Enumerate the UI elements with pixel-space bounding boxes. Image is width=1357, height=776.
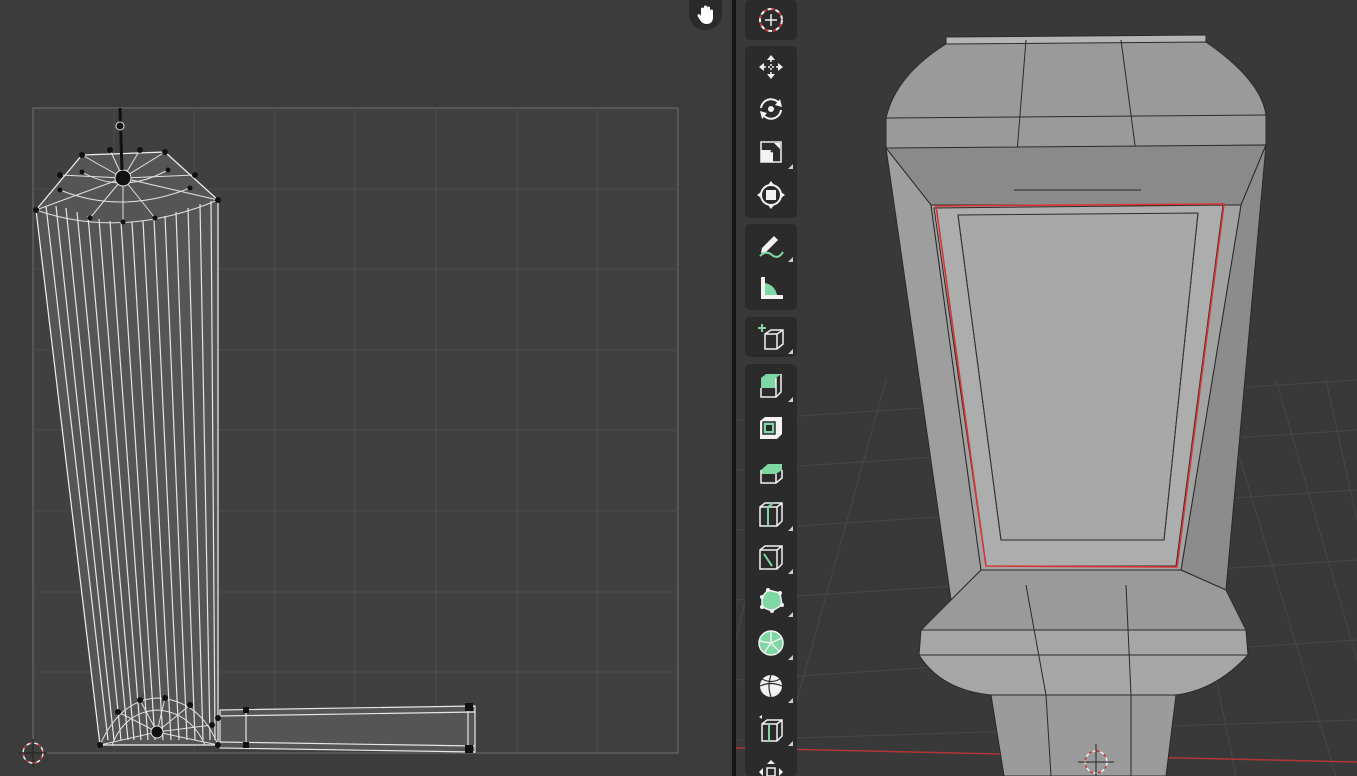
tool-knife[interactable]: [746, 537, 796, 577]
tool-poly-build[interactable]: [746, 580, 796, 620]
tool-transform[interactable]: [746, 175, 796, 215]
tool-spin[interactable]: [746, 623, 796, 663]
spin-icon: [756, 628, 786, 658]
bevel-icon: [756, 456, 786, 486]
tool-bevel[interactable]: [746, 451, 796, 491]
pan-view-button[interactable]: [689, 0, 722, 30]
tool-shrink-fatten[interactable]: [746, 752, 796, 776]
hand-icon: [695, 4, 717, 26]
poly-build-icon: [756, 585, 786, 615]
extrude-region-icon: [756, 370, 786, 400]
inset-faces-icon: [756, 413, 786, 443]
tool-add-cube[interactable]: [746, 317, 796, 357]
annotate-icon: [756, 230, 786, 260]
loop-cut-icon: [756, 499, 786, 529]
tool-loop-cut[interactable]: [746, 494, 796, 534]
tool-extrude-region[interactable]: [746, 365, 796, 405]
move-icon: [756, 52, 786, 82]
uv-canvas[interactable]: [0, 0, 732, 776]
tool-edge-slide[interactable]: [746, 709, 796, 749]
add-cube-icon: [756, 322, 786, 352]
tool-measure[interactable]: [746, 268, 796, 308]
tool-scale[interactable]: [746, 132, 796, 172]
viewport-3d[interactable]: [736, 0, 1357, 776]
uv-editor[interactable]: [0, 0, 732, 776]
tool-move[interactable]: [746, 47, 796, 87]
mesh-object: [884, 34, 1267, 776]
uv-island-strip: [219, 703, 476, 753]
scale-icon: [756, 137, 786, 167]
transform-icon: [756, 180, 786, 210]
knife-icon: [756, 542, 786, 572]
tool-annotate[interactable]: [746, 225, 796, 265]
rotate-icon: [756, 94, 786, 124]
tool-rotate[interactable]: [746, 89, 796, 129]
measure-icon: [756, 273, 786, 303]
tool-smooth[interactable]: [746, 666, 796, 706]
tool-cursor[interactable]: [746, 0, 796, 40]
shrink-fatten-icon: [756, 757, 786, 776]
edge-slide-icon: [756, 714, 786, 744]
smooth-icon: [756, 671, 786, 701]
toolbar: [745, 0, 797, 776]
tool-inset-faces[interactable]: [746, 408, 796, 448]
cursor-icon: [756, 5, 786, 35]
viewport-canvas[interactable]: [736, 0, 1357, 776]
